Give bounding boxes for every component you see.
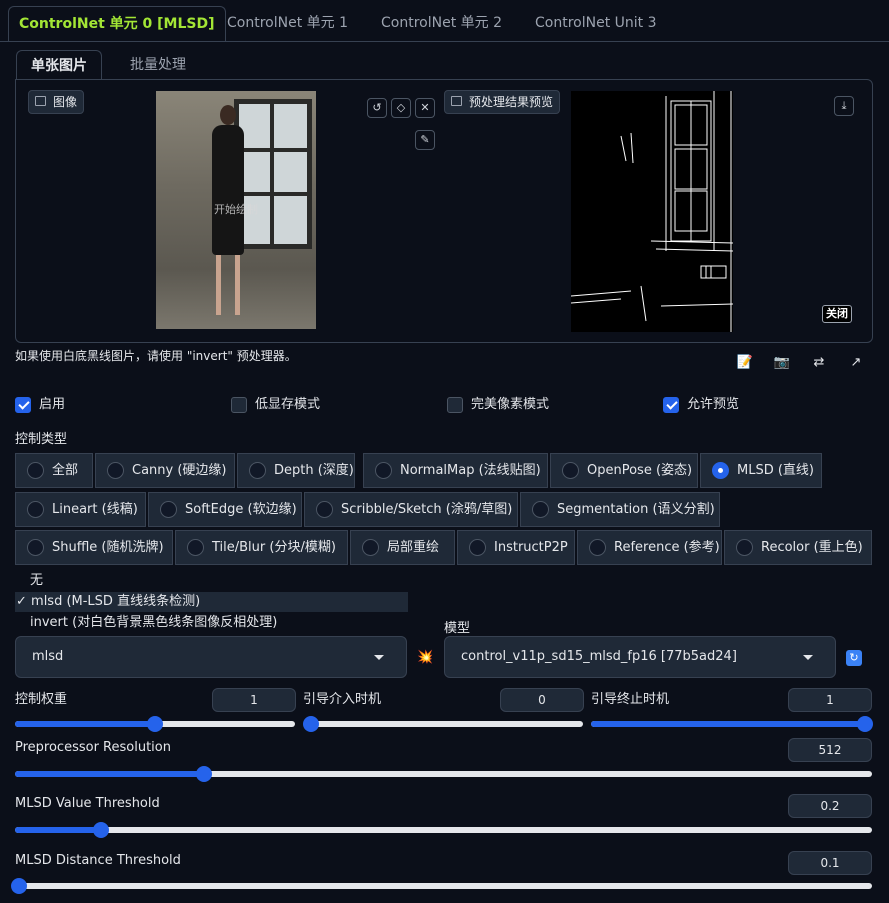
control-type-openpose[interactable]: OpenPose (姿态) bbox=[550, 453, 698, 488]
image-label: 图像 bbox=[28, 90, 85, 114]
resolution-input[interactable]: 512 bbox=[788, 738, 872, 762]
guidance-start-label: 引导介入时机 bbox=[303, 692, 382, 707]
control-weight-input[interactable]: 1 bbox=[212, 688, 296, 712]
distance-threshold-input[interactable]: 0.1 bbox=[788, 851, 872, 875]
resolution-slider[interactable] bbox=[15, 766, 872, 782]
preprocessor-option-mlsd[interactable]: ✓ mlsd (M-LSD 直线线条检测) bbox=[15, 592, 408, 612]
eraser-icon[interactable]: ◇ bbox=[391, 98, 411, 118]
brush-icon[interactable]: ✎ bbox=[415, 130, 435, 150]
enable-checkbox[interactable]: 启用 bbox=[15, 396, 65, 414]
image-panel bbox=[15, 79, 873, 343]
control-type-shuffle[interactable]: Shuffle (随机洗牌) bbox=[15, 530, 173, 565]
reset-icon[interactable]: ↺ bbox=[367, 98, 387, 118]
input-image-canvas[interactable]: 开始绘制 bbox=[156, 91, 316, 329]
control-type-softedge[interactable]: SoftEdge (软边缘) bbox=[148, 492, 302, 527]
chevron-down-icon bbox=[374, 655, 384, 660]
control-type-recolor[interactable]: Recolor (重上色) bbox=[724, 530, 872, 565]
control-weight-label: 控制权重 bbox=[15, 692, 68, 707]
download-icon[interactable]: ⤓ bbox=[834, 96, 854, 116]
canvas-watermark: 开始绘制 bbox=[214, 203, 258, 216]
control-type-reference[interactable]: Reference (参考) bbox=[577, 530, 722, 565]
image-icon bbox=[451, 96, 462, 106]
control-type-depth[interactable]: Depth (深度) bbox=[237, 453, 355, 488]
chevron-down-icon bbox=[803, 655, 813, 660]
control-type-instructp2p[interactable]: InstructP2P bbox=[457, 530, 575, 565]
model-select[interactable]: control_v11p_sd15_mlsd_fp16 [77b5ad24] bbox=[444, 636, 836, 678]
tab-unit-2[interactable]: ControlNet 单元 2 bbox=[371, 6, 512, 42]
control-type-normalmap[interactable]: NormalMap (法线贴图) bbox=[363, 453, 548, 488]
guidance-start-slider[interactable] bbox=[303, 716, 583, 732]
tab-bar: ControlNet 单元 0 [MLSD] ControlNet 单元 1 C… bbox=[0, 0, 889, 42]
resolution-label: Preprocessor Resolution bbox=[15, 740, 171, 755]
mlsd-lines-graphic bbox=[571, 91, 733, 332]
subtab-batch[interactable]: 批量处理 bbox=[116, 50, 200, 80]
edit-note-icon[interactable]: 📝 bbox=[736, 354, 754, 372]
value-threshold-input[interactable]: 0.2 bbox=[788, 794, 872, 818]
tab-unit-0[interactable]: ControlNet 单元 0 [MLSD] bbox=[8, 6, 226, 42]
control-type-all[interactable]: 全部 bbox=[15, 453, 93, 488]
control-type-inpaint[interactable]: 局部重绘 bbox=[350, 530, 455, 565]
run-preprocessor-icon[interactable]: 💥 bbox=[417, 650, 433, 665]
distance-threshold-slider[interactable] bbox=[11, 878, 872, 894]
invert-hint: 如果使用白底黑线图片，请使用 "invert" 预处理器。 bbox=[15, 349, 297, 363]
clear-icon[interactable]: ✕ bbox=[415, 98, 435, 118]
control-type-mlsd[interactable]: MLSD (直线) bbox=[700, 453, 822, 488]
control-type-segmentation[interactable]: Segmentation (语义分割) bbox=[520, 492, 720, 527]
control-type-scribble[interactable]: Scribble/Sketch (涂鸦/草图) bbox=[304, 492, 518, 527]
tab-divider bbox=[0, 41, 889, 42]
value-threshold-label: MLSD Value Threshold bbox=[15, 796, 160, 811]
tab-unit-1[interactable]: ControlNet 单元 1 bbox=[217, 6, 358, 42]
distance-threshold-label: MLSD Distance Threshold bbox=[15, 853, 181, 868]
camera-icon[interactable]: 📷 bbox=[773, 354, 791, 372]
preprocessor-select[interactable]: mlsd bbox=[15, 636, 407, 678]
low-vram-checkbox[interactable]: 低显存模式 bbox=[231, 396, 320, 414]
swap-icon[interactable]: ⇄ bbox=[810, 354, 828, 372]
control-weight-slider[interactable] bbox=[15, 716, 295, 732]
model-label: 模型 bbox=[444, 621, 471, 636]
allow-preview-checkbox[interactable]: 允许预览 bbox=[663, 396, 739, 414]
pixel-perfect-checkbox[interactable]: 完美像素模式 bbox=[447, 396, 549, 414]
control-type-canny[interactable]: Canny (硬边缘) bbox=[95, 453, 235, 488]
close-preview-button[interactable]: 关闭 bbox=[822, 305, 852, 323]
send-dimensions-icon[interactable]: ↗ bbox=[847, 354, 865, 372]
guidance-end-slider[interactable] bbox=[591, 716, 873, 732]
guidance-start-input[interactable]: 0 bbox=[500, 688, 584, 712]
control-type-label: 控制类型 bbox=[15, 432, 68, 447]
preprocessor-option-invert[interactable]: invert (对白色背景黑色线条图像反相处理) bbox=[15, 613, 277, 633]
guidance-end-input[interactable]: 1 bbox=[788, 688, 872, 712]
guidance-end-label: 引导终止时机 bbox=[591, 692, 670, 707]
preprocessor-preview bbox=[571, 91, 733, 332]
preview-label: 预处理结果预览 bbox=[444, 90, 561, 114]
refresh-models-icon[interactable]: ↻ bbox=[846, 650, 862, 666]
preprocessor-option-none[interactable]: 无 bbox=[15, 571, 43, 591]
subtab-single-image[interactable]: 单张图片 bbox=[16, 50, 102, 80]
value-threshold-slider[interactable] bbox=[15, 822, 872, 838]
image-icon bbox=[35, 96, 46, 106]
control-type-tile[interactable]: Tile/Blur (分块/模糊) bbox=[175, 530, 348, 565]
tab-unit-3[interactable]: ControlNet Unit 3 bbox=[525, 6, 667, 42]
control-type-lineart[interactable]: Lineart (线稿) bbox=[15, 492, 146, 527]
